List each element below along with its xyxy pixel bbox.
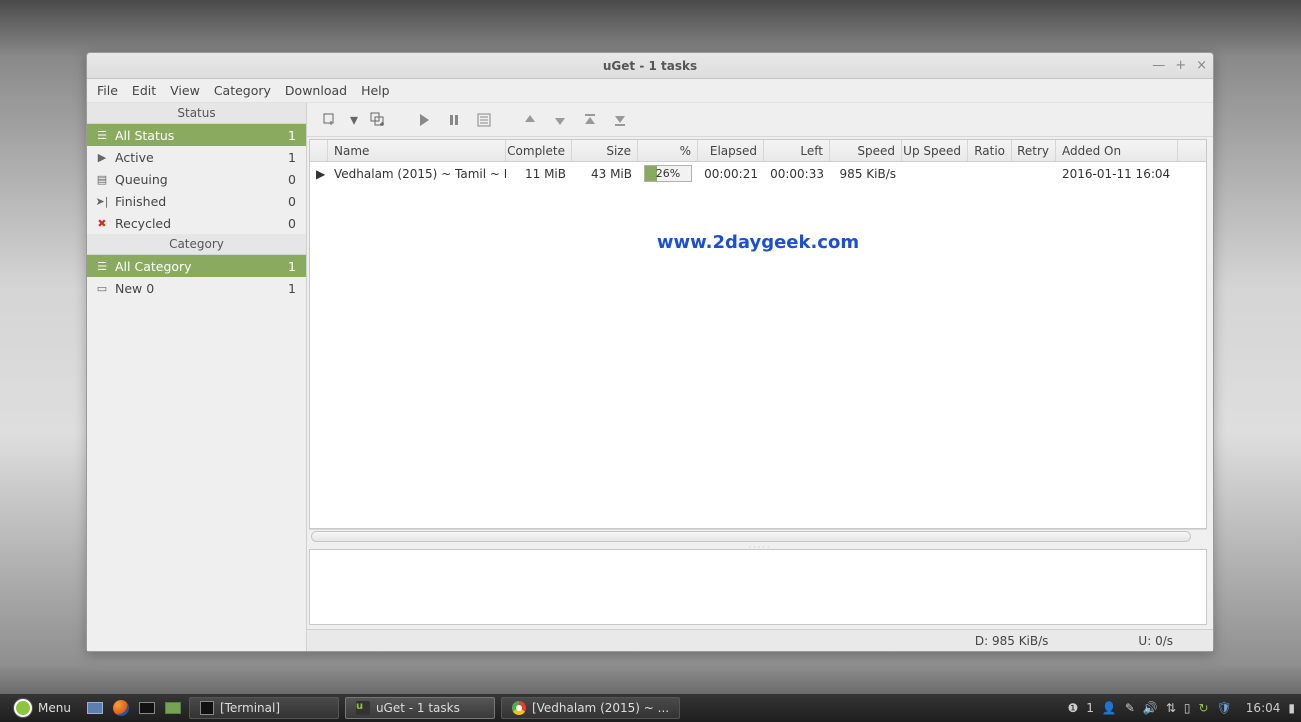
properties-button[interactable]	[471, 107, 497, 133]
col-added[interactable]: Added On	[1056, 140, 1178, 161]
sync-icon[interactable]: ↻	[1199, 701, 1209, 715]
sidebar-status-header: Status	[87, 103, 306, 124]
finish-icon: ➤|	[95, 194, 109, 208]
col-size[interactable]: Size	[572, 140, 638, 161]
play-icon: ▶	[95, 150, 109, 164]
sidebar-item-finished[interactable]: ➤| Finished 0	[87, 190, 306, 212]
row-size: 43 MiB	[572, 167, 638, 181]
menubar: File Edit View Category Download Help	[87, 79, 1213, 103]
show-desktop-icon[interactable]	[85, 698, 105, 718]
chromium-icon	[512, 701, 526, 715]
col-elapsed[interactable]: Elapsed	[698, 140, 764, 161]
firefox-icon[interactable]	[111, 698, 131, 718]
new-batch-button[interactable]	[365, 107, 391, 133]
sidebar-item-queuing[interactable]: ▤ Queuing 0	[87, 168, 306, 190]
taskbar-task-browser[interactable]: [Vedhalam (2015) ~ ...	[501, 697, 680, 719]
table-header: Name Complete Size % Elapsed Left Speed …	[310, 140, 1206, 162]
recycle-icon: ✖	[95, 216, 109, 230]
col-upspeed[interactable]: Up Speed	[902, 140, 968, 161]
menu-download[interactable]: Download	[285, 83, 347, 98]
new-download-button[interactable]	[317, 107, 343, 133]
terminal-launcher-icon[interactable]	[137, 698, 157, 718]
row-state-icon: ▶	[310, 167, 328, 181]
updates-icon[interactable]: 1	[1086, 701, 1094, 715]
menu-edit[interactable]: Edit	[132, 83, 156, 98]
notification-icon[interactable]: ❶	[1067, 701, 1078, 715]
close-button[interactable]: ×	[1196, 58, 1207, 73]
clock[interactable]: 16:04	[1246, 701, 1281, 715]
row-complete: 11 MiB	[506, 167, 572, 181]
status-upload-speed: U: 0/s	[1138, 634, 1173, 648]
mint-logo-icon	[14, 699, 32, 717]
col-speed[interactable]: Speed	[830, 140, 902, 161]
move-bottom-button[interactable]	[607, 107, 633, 133]
col-percent[interactable]: %	[638, 140, 698, 161]
menu-view[interactable]: View	[170, 83, 200, 98]
terminal-icon	[200, 701, 214, 715]
doc-icon: ▭	[95, 281, 109, 295]
status-download-speed: D: 985 KiB/s	[975, 634, 1049, 648]
shield-icon[interactable]: 🛡	[1217, 701, 1232, 715]
app-window: uGet - 1 tasks — + × File Edit View Cate…	[86, 52, 1214, 652]
main-area: ▾ Name Complete Size % El	[307, 103, 1213, 651]
minimize-button[interactable]: —	[1152, 58, 1165, 73]
toolbar: ▾	[307, 103, 1213, 137]
table-row[interactable]: ▶ Vedhalam (2015) ~ Tamil ~ MP3 11 MiB 4…	[310, 162, 1206, 186]
col-ratio[interactable]: Ratio	[968, 140, 1012, 161]
window-title: uGet - 1 tasks	[87, 59, 1213, 73]
taskbar: Menu [Terminal] u uGet - 1 tasks [Vedhal…	[0, 694, 1301, 722]
col-retry[interactable]: Retry	[1012, 140, 1056, 161]
menu-file[interactable]: File	[97, 83, 118, 98]
move-top-button[interactable]	[577, 107, 603, 133]
sidebar-item-all-status[interactable]: ☰ All Status 1	[87, 124, 306, 146]
col-complete[interactable]: Complete	[506, 140, 572, 161]
col-name[interactable]: Name	[328, 140, 506, 161]
statusbar: D: 985 KiB/s U: 0/s	[307, 629, 1213, 651]
row-left: 00:00:33	[764, 167, 830, 181]
layers-icon: ☰	[95, 259, 109, 273]
details-panel	[309, 549, 1207, 625]
files-launcher-icon[interactable]	[163, 698, 183, 718]
move-down-button[interactable]	[547, 107, 573, 133]
menu-help[interactable]: Help	[361, 83, 390, 98]
col-left[interactable]: Left	[764, 140, 830, 161]
row-name: Vedhalam (2015) ~ Tamil ~ MP3	[328, 167, 506, 181]
start-button[interactable]	[411, 107, 437, 133]
taskbar-task-uget[interactable]: u uGet - 1 tasks	[345, 697, 495, 719]
user-icon[interactable]: 👤	[1102, 701, 1117, 715]
new-dropdown-icon[interactable]: ▾	[347, 107, 361, 133]
row-speed: 985 KiB/s	[830, 167, 902, 181]
move-up-button[interactable]	[517, 107, 543, 133]
sidebar-category-header: Category	[87, 234, 306, 255]
horizontal-scrollbar[interactable]	[309, 529, 1207, 543]
sidebar-item-new0[interactable]: ▭ New 0 1	[87, 277, 306, 299]
layers-icon: ☰	[95, 128, 109, 142]
sidebar: Status ☰ All Status 1 ▶ Active 1 ▤ Queui…	[87, 103, 307, 651]
sidebar-item-active[interactable]: ▶ Active 1	[87, 146, 306, 168]
battery-icon[interactable]: ▯	[1184, 701, 1191, 715]
maximize-button[interactable]: +	[1175, 58, 1186, 73]
titlebar[interactable]: uGet - 1 tasks — + ×	[87, 53, 1213, 79]
network-icon[interactable]: ⇅	[1166, 701, 1176, 715]
start-menu-button[interactable]: Menu	[6, 697, 79, 719]
row-added: 2016-01-11 16:04	[1056, 167, 1178, 181]
pause-button[interactable]	[441, 107, 467, 133]
taskbar-task-terminal[interactable]: [Terminal]	[189, 697, 339, 719]
bluetooth-icon[interactable]: ✎	[1125, 701, 1135, 715]
downloads-table: Name Complete Size % Elapsed Left Speed …	[309, 139, 1207, 529]
uget-icon: u	[356, 701, 370, 715]
watermark-text: www.2daygeek.com	[657, 232, 859, 253]
volume-icon[interactable]: 🔊	[1143, 701, 1158, 715]
row-elapsed: 00:00:21	[698, 167, 764, 181]
tray-menu-icon[interactable]: ▮	[1288, 701, 1295, 715]
queue-icon: ▤	[95, 172, 109, 186]
menu-category[interactable]: Category	[214, 83, 271, 98]
sidebar-item-all-category[interactable]: ☰ All Category 1	[87, 255, 306, 277]
row-percent: 26%	[638, 165, 698, 182]
sidebar-item-recycled[interactable]: ✖ Recycled 0	[87, 212, 306, 234]
system-tray: ❶ 1 👤 ✎ 🔊 ⇅ ▯ ↻ 🛡 16:04 ▮	[1067, 701, 1295, 715]
